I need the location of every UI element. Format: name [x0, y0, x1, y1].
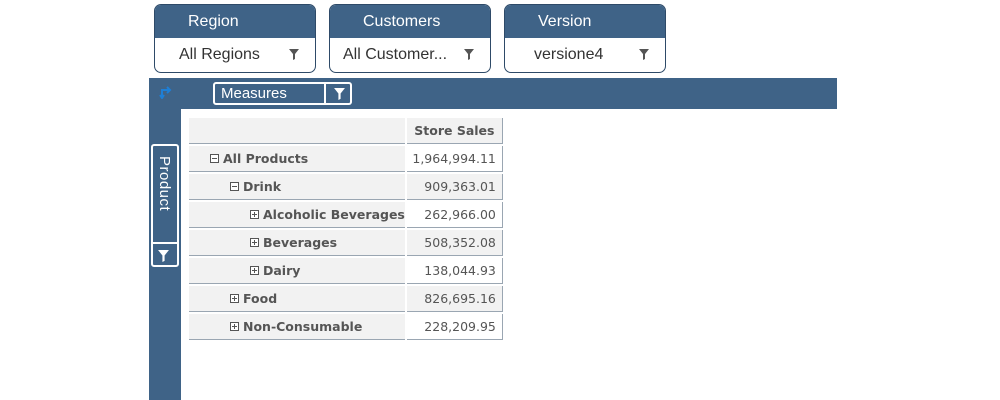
row-label: Food — [243, 291, 278, 306]
table-row: Food 826,695.16 — [189, 286, 503, 312]
funnel-icon[interactable] — [334, 88, 345, 100]
plus-box-icon[interactable] — [250, 238, 259, 247]
row-label: Dairy — [263, 263, 301, 278]
table-row: Drink 909,363.01 — [189, 174, 503, 200]
table-row: Non-Consumable 228,209.95 — [189, 314, 503, 340]
columns-bar: Measures — [149, 78, 837, 109]
row-label: Drink — [243, 179, 282, 194]
value-cell: 138,044.93 — [406, 258, 503, 284]
value-cell: 228,209.95 — [406, 314, 503, 340]
filter-version-title: Version — [505, 5, 665, 38]
value-cell: 262,966.00 — [406, 202, 503, 228]
row-header[interactable]: Drink — [189, 174, 405, 200]
plus-box-icon[interactable] — [230, 294, 239, 303]
filter-version-value[interactable]: versione4 — [505, 38, 665, 72]
filter-customers-value[interactable]: All Customer... — [330, 38, 490, 72]
table-row: Alcoholic Beverages 262,966.00 — [189, 202, 503, 228]
value-cell: 508,352.08 — [406, 230, 503, 256]
plus-box-icon[interactable] — [250, 266, 259, 275]
header-row: Store Sales — [189, 118, 503, 144]
corner-cell — [189, 118, 405, 144]
value-cell: 1,964,994.11 — [406, 146, 503, 172]
column-header-store-sales[interactable]: Store Sales — [406, 118, 503, 144]
row-header[interactable]: Alcoholic Beverages — [189, 202, 405, 228]
row-label: All Products — [223, 151, 309, 166]
filter-region: Region All Regions — [154, 4, 316, 73]
funnel-icon[interactable] — [464, 49, 474, 60]
measures-button[interactable]: Measures — [213, 82, 352, 105]
funnel-icon[interactable] — [158, 250, 169, 262]
filter-customers-title: Customers — [330, 5, 490, 38]
table-row: Dairy 138,044.93 — [189, 258, 503, 284]
divider — [151, 242, 179, 244]
funnel-icon[interactable] — [639, 49, 649, 60]
filter-region-value[interactable]: All Regions — [155, 38, 315, 72]
filter-customers-value-text: All Customer... — [343, 46, 448, 63]
row-label: Non-Consumable — [243, 319, 363, 334]
row-header[interactable]: Beverages — [189, 230, 405, 256]
row-label: Beverages — [263, 235, 338, 250]
row-header[interactable]: Food — [189, 286, 405, 312]
row-label: Alcoholic Beverages — [263, 207, 405, 222]
row-header[interactable]: Non-Consumable — [189, 314, 405, 340]
value-cell: 826,695.16 — [406, 286, 503, 312]
swap-axes-icon[interactable] — [159, 85, 173, 99]
filter-customers: Customers All Customer... — [329, 4, 491, 73]
value-cell: 909,363.01 — [406, 174, 503, 200]
measures-label: Measures — [221, 85, 287, 102]
product-button[interactable]: Product — [151, 144, 179, 267]
rows-bar: Product — [149, 109, 181, 400]
filter-version-value-text: versione4 — [534, 46, 604, 63]
pivot-table: Store Sales All Products 1,964,994.11 Dr… — [187, 116, 505, 342]
filter-region-value-text: All Regions — [179, 46, 260, 63]
minus-box-icon[interactable] — [230, 182, 239, 191]
table-row: All Products 1,964,994.11 — [189, 146, 503, 172]
divider — [324, 82, 326, 105]
row-header[interactable]: All Products — [189, 146, 405, 172]
plus-box-icon[interactable] — [250, 210, 259, 219]
minus-box-icon[interactable] — [210, 154, 219, 163]
row-header[interactable]: Dairy — [189, 258, 405, 284]
filter-version: Version versione4 — [504, 4, 666, 73]
funnel-icon[interactable] — [289, 49, 299, 60]
filter-region-title: Region — [155, 5, 315, 38]
product-label: Product — [156, 156, 173, 212]
table-row: Beverages 508,352.08 — [189, 230, 503, 256]
plus-box-icon[interactable] — [230, 322, 239, 331]
